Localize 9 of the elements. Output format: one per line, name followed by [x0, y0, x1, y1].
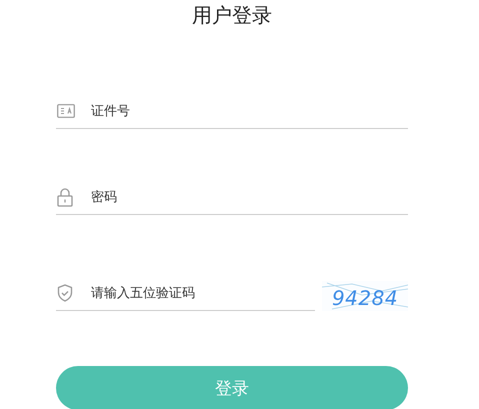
shield-check-icon	[57, 284, 73, 302]
input-field[interactable]: 密码	[91, 190, 408, 204]
id-card-icon	[57, 104, 75, 118]
page-title: 用户登录	[192, 3, 272, 27]
input-field[interactable]: 请输入五位验证码	[91, 286, 315, 300]
input-field[interactable]: 证件号	[91, 104, 408, 118]
lock-icon	[57, 188, 73, 206]
login-button[interactable]: 登录	[56, 366, 408, 409]
captcha-image[interactable]: 94284	[322, 281, 408, 311]
